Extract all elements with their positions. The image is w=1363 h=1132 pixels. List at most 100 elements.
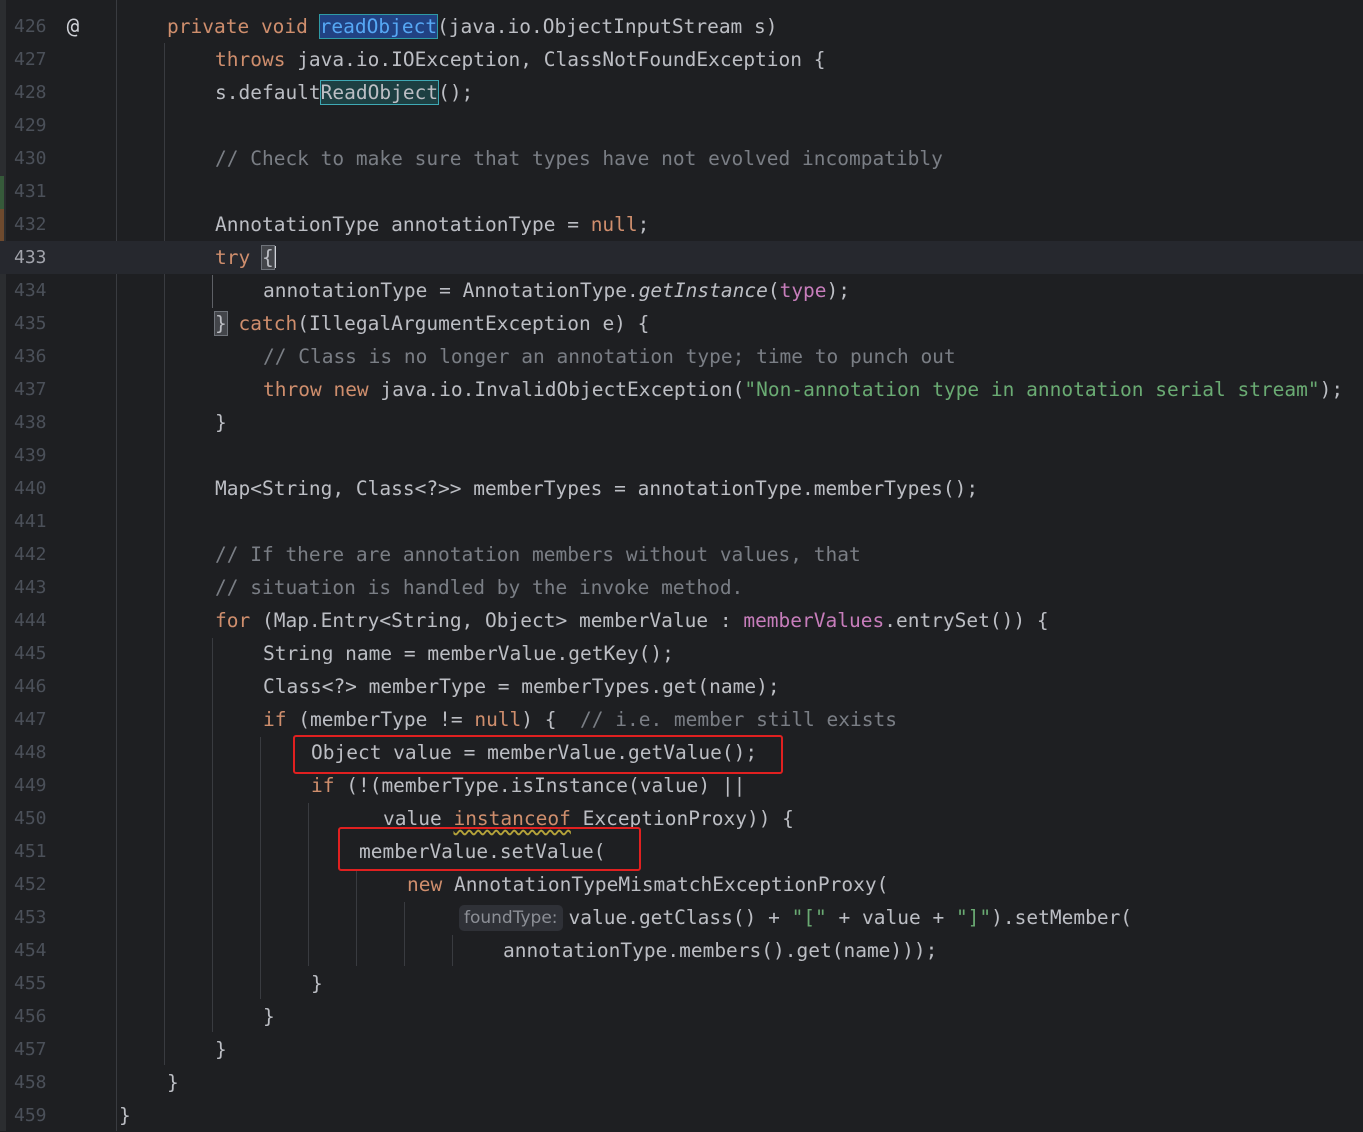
line-code[interactable]: throw new java.io.InvalidObjectException… [263,373,1343,406]
code-text: + value + [826,906,956,929]
code-line[interactable]: 434 annotationType = AnnotationType.getI… [0,274,1363,307]
line-number: 442 [14,544,47,565]
code-line[interactable]: 456 } [0,1000,1363,1033]
line-code[interactable]: throws java.io.IOException, ClassNotFoun… [215,43,826,76]
line-code[interactable]: annotationType.members().get(name))); [503,934,937,967]
line-number: 457 [14,1039,47,1060]
line-code[interactable]: } [263,1000,275,1033]
code-text: s.default [215,81,321,104]
code-text: ( [767,279,780,302]
code-line[interactable]: 432 AnnotationType annotationType = null… [0,208,1363,241]
comment: // Check to make sure that types have no… [215,147,943,170]
line-code[interactable]: } catch(IllegalArgumentException e) { [214,307,649,340]
static-method: getInstance [638,279,768,302]
code-text: (memberType != [286,708,475,731]
code-text: (!(memberType.isInstance(value) || [334,774,746,797]
line-code[interactable]: private void readObject(java.io.ObjectIn… [167,10,778,43]
keyword: if [311,774,335,797]
code-line[interactable]: 455 } [0,967,1363,1000]
line-code[interactable]: new AnnotationTypeMismatchExceptionProxy… [407,868,888,901]
string-literal: "[" [791,906,827,929]
code-line[interactable]: 431 [0,175,1363,208]
comment: // Class is no longer an annotation type… [263,345,956,368]
comment: // situation is handled by the invoke me… [215,576,744,599]
usage-highlight[interactable]: ReadObject [319,80,440,105]
line-code[interactable]: try { [215,241,276,274]
code-line[interactable]: 457 } [0,1033,1363,1066]
line-code[interactable]: for (Map.Entry<String, Object> memberVal… [215,604,1049,637]
line-number: 438 [14,412,47,433]
code-line[interactable]: 435 } catch(IllegalArgumentException e) … [0,307,1363,340]
line-number: 449 [14,775,47,796]
code-line[interactable]: 454 annotationType.members().get(name)))… [0,934,1363,967]
keyword: null [474,708,522,731]
code-line[interactable]: 441 [0,505,1363,538]
code-line[interactable]: 427 throws java.io.IOException, ClassNot… [0,43,1363,76]
line-number: 448 [14,742,47,763]
string-literal: "]" [955,906,992,929]
code-line[interactable]: 458 } [0,1066,1363,1099]
line-number: 455 [14,973,47,994]
code-line[interactable]: 444 for (Map.Entry<String, Object> membe… [0,604,1363,637]
code-line[interactable]: 459 } [0,1099,1363,1132]
code-text: (Map.Entry<String, Object> memberValue : [250,609,744,632]
code-text: ; [637,213,650,236]
annotation-box [293,735,783,774]
code-line[interactable]: 436 // Class is no longer an annotation … [0,340,1363,373]
keyword: for [215,609,251,632]
keyword: throws [215,48,286,71]
line-number: 450 [14,808,47,829]
code-line[interactable]: 428 s.defaultReadObject(); [0,76,1363,109]
code-line[interactable]: 437 throw new java.io.InvalidObjectExcep… [0,373,1363,406]
line-number: 458 [14,1072,47,1093]
code-line[interactable]: 451 memberValue.setValue( [0,835,1363,868]
text-cursor [273,246,276,268]
brace-match: } [214,311,228,336]
line-number: 433 [14,247,47,268]
keyword: throw [263,378,322,401]
line-code[interactable]: if (memberType != null) { // i.e. member… [263,703,897,736]
code-line[interactable]: 446 Class<?> memberType = memberTypes.ge… [0,670,1363,703]
code-line[interactable]: 447 if (memberType != null) { // i.e. me… [0,703,1363,736]
line-number: 435 [14,313,47,334]
code-line[interactable]: 453 foundType: value.getClass() + "[" + v… [0,901,1363,934]
line-code[interactable]: String name = memberValue.getKey(); [263,637,674,670]
line-code[interactable]: } [119,1099,131,1132]
current-line[interactable]: 433 try { [0,241,1363,274]
line-code[interactable]: AnnotationType annotationType = null; [215,208,649,241]
line-code[interactable]: } [215,406,227,439]
code-line[interactable]: 430 // Check to make sure that types hav… [0,142,1363,175]
code-line[interactable]: 443 // situation is handled by the invok… [0,571,1363,604]
parameter-hint: foundType: [459,905,563,931]
code-line[interactable]: 439 [0,439,1363,472]
code-line[interactable]: 452 new AnnotationTypeMismatchExceptionP… [0,868,1363,901]
code-line[interactable]: 440 Map<String, Class<?>> memberTypes = … [0,472,1363,505]
brace-match: { [261,245,275,270]
line-code[interactable]: Map<String, Class<?>> memberTypes = anno… [215,472,978,505]
line-code[interactable]: } [215,1033,227,1066]
line-code[interactable]: } [311,967,323,1000]
line-number: 431 [14,181,47,202]
code-text: value.getClass() + [568,906,792,929]
code-editor[interactable]: @ 426 private void readObject(java.io.Ob… [0,0,1363,1131]
line-code[interactable]: annotationType = AnnotationType.getInsta… [263,274,850,307]
line-code[interactable]: } [167,1066,179,1099]
line-code[interactable]: foundType: value.getClass() + "[" + value… [459,901,1132,934]
code-line[interactable]: 426 private void readObject(java.io.Obje… [0,10,1363,43]
line-number: 444 [14,610,47,631]
keyword: new [333,378,369,401]
code-line[interactable]: 429 [0,109,1363,142]
line-number: 441 [14,511,47,532]
code-line[interactable]: 438 } [0,406,1363,439]
string-literal: "Non-annotation type in annotation seria… [744,378,1320,401]
comment: // If there are annotation members witho… [215,543,861,566]
comment: // i.e. member still exists [580,708,897,731]
line-code[interactable]: Class<?> memberType = memberTypes.get(na… [263,670,780,703]
code-line[interactable]: 442 // If there are annotation members w… [0,538,1363,571]
method-name-highlight[interactable]: readObject [318,14,439,39]
code-line[interactable]: 450 value instanceof ExceptionProxy)) { [0,802,1363,835]
line-code[interactable]: s.defaultReadObject(); [215,76,473,109]
code-line[interactable]: 445 String name = memberValue.getKey(); [0,637,1363,670]
line-number: 445 [14,643,47,664]
